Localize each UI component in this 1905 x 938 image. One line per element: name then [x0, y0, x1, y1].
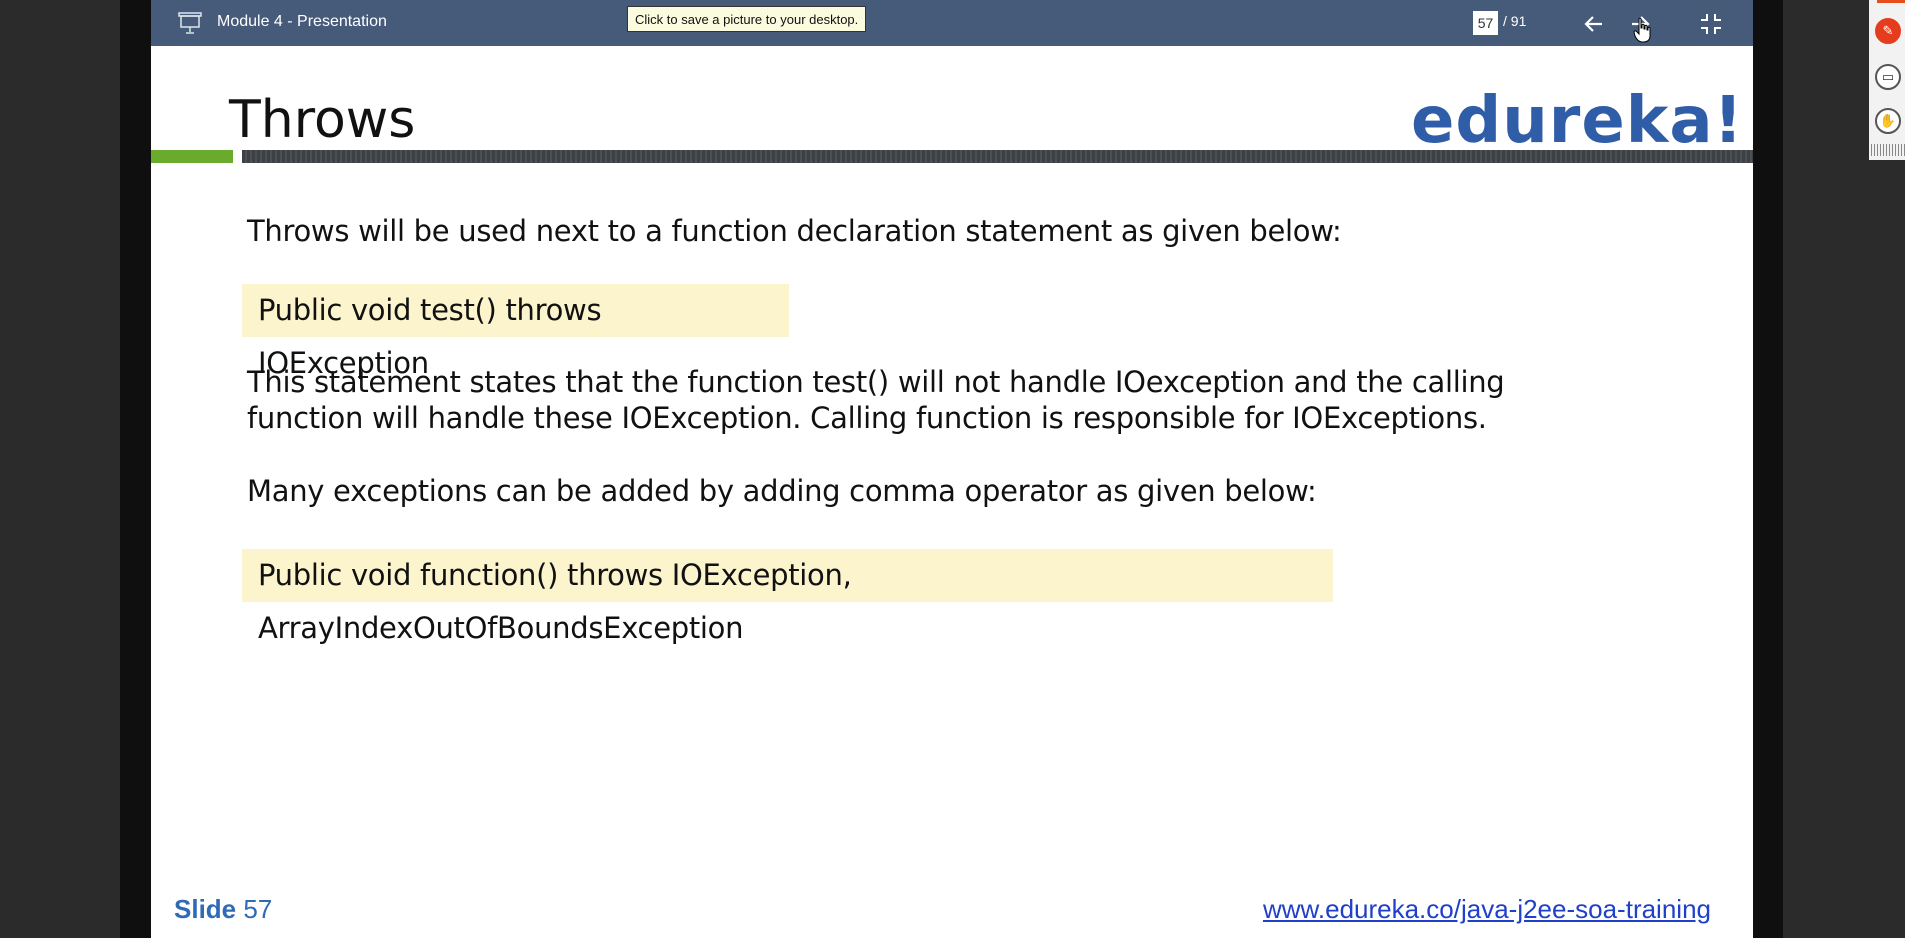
title-accent-bar — [151, 150, 233, 163]
exit-fullscreen-icon — [1701, 14, 1721, 34]
paragraph-explanation-line-1: This statement states that the function … — [247, 365, 1505, 399]
presentation-title: Module 4 - Presentation — [217, 13, 387, 30]
code-example-2: Public void function() throws IOExceptio… — [242, 549, 1333, 645]
presentation-icon — [178, 12, 202, 34]
side-toolbar-accent — [1877, 0, 1905, 3]
paragraph-intro: Throws will be used next to a function d… — [247, 214, 1342, 248]
microphone-icon[interactable]: ✎ — [1875, 18, 1901, 44]
edureka-logo: edureka! — [1411, 84, 1744, 158]
current-page-input[interactable]: 57 — [1473, 11, 1498, 35]
total-pages: / 91 — [1503, 13, 1527, 29]
raise-hand-icon[interactable]: ✋ — [1875, 108, 1901, 134]
save-picture-tooltip: Click to save a picture to your desktop. — [627, 6, 867, 32]
slide-label: Slide — [174, 894, 237, 924]
side-toolbar-grip[interactable] — [1871, 144, 1905, 156]
paragraph-explanation: This statement states that the function … — [247, 364, 1547, 436]
title-divider-bar — [242, 150, 1753, 163]
slide-title: Throws — [229, 90, 416, 150]
paragraph-multiple: Many exceptions can be added by adding c… — [247, 474, 1317, 508]
presentation-toolbar: Module 4 - Presentation Click to save a … — [151, 0, 1753, 46]
right-letterbox — [1753, 0, 1783, 938]
arrow-left-icon — [1584, 16, 1602, 32]
window-icon[interactable]: ▭ — [1875, 64, 1901, 90]
exit-fullscreen-button[interactable] — [1696, 10, 1726, 38]
right-background — [1783, 0, 1869, 938]
left-background — [0, 0, 120, 938]
slide-content: Throws edureka! Throws will be used next… — [151, 46, 1753, 938]
left-letterbox — [120, 0, 151, 938]
slide-number: 57 — [243, 894, 273, 924]
side-toolbar: ✎ ▭ ✋ — [1869, 0, 1905, 160]
slide-number-label: Slide 57 — [174, 894, 272, 925]
paragraph-explanation-line-2: function will handle these IOException. … — [247, 401, 1487, 435]
footer-course-link[interactable]: www.edureka.co/java-j2ee-soa-training — [1263, 894, 1711, 925]
code-example-1: Public void test() throws IOException — [242, 284, 789, 380]
hand-cursor-icon — [1633, 17, 1651, 43]
previous-slide-button[interactable] — [1579, 10, 1609, 38]
